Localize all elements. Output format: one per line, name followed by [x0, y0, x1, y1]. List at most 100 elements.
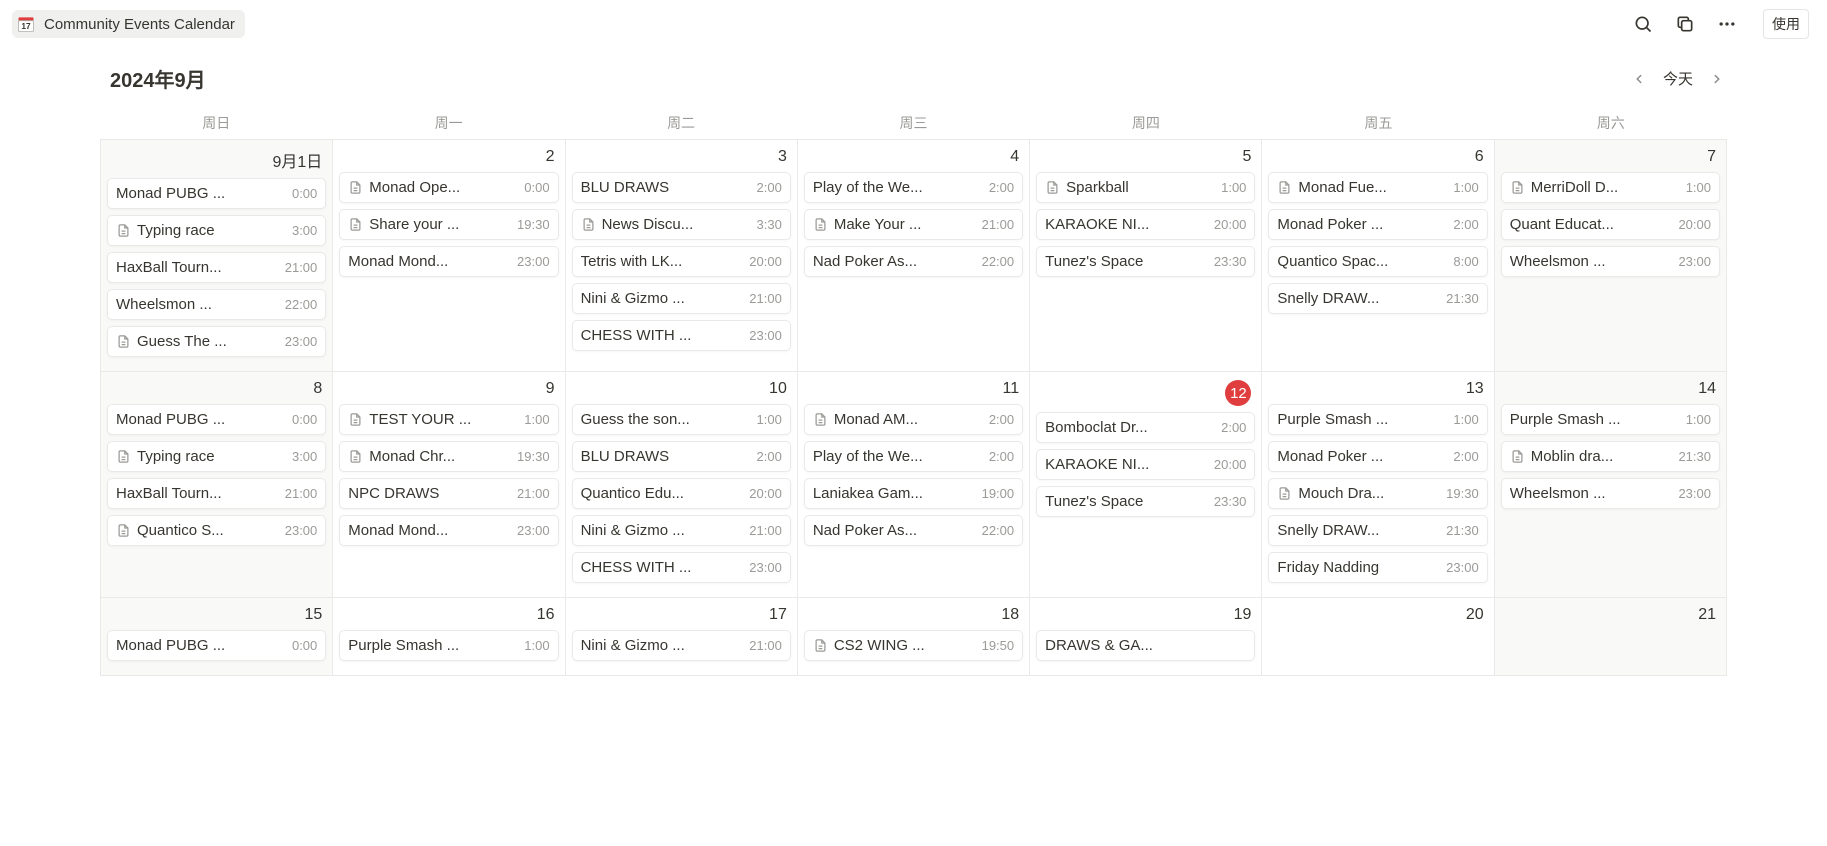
event-time: 0:00: [292, 186, 317, 201]
today-button[interactable]: 今天: [1663, 68, 1693, 89]
event-item[interactable]: Friday Nadding23:00: [1268, 552, 1487, 583]
day-cell[interactable]: 9TEST YOUR ...1:00Monad Chr...19:30NPC D…: [333, 372, 565, 598]
event-item[interactable]: Nini & Gizmo ...21:00: [572, 630, 791, 661]
event-item[interactable]: Moblin dra...21:30: [1501, 441, 1720, 472]
event-item[interactable]: Nini & Gizmo ...21:00: [572, 515, 791, 546]
day-cell[interactable]: 19DRAWS & GA...: [1030, 598, 1262, 676]
event-item[interactable]: BLU DRAWS2:00: [572, 441, 791, 472]
day-cell[interactable]: 3BLU DRAWS2:00News Discu...3:30Tetris wi…: [566, 140, 798, 372]
event-item[interactable]: Wheelsmon ...23:00: [1501, 478, 1720, 509]
day-cell[interactable]: 17Nini & Gizmo ...21:00: [566, 598, 798, 676]
event-item[interactable]: Typing race3:00: [107, 215, 326, 246]
event-title: Monad Chr...: [369, 448, 511, 465]
event-item[interactable]: Monad PUBG ...0:00: [107, 178, 326, 209]
day-cell[interactable]: 12Bomboclat Dr...2:00KARAOKE NI...20:00T…: [1030, 372, 1262, 598]
event-item[interactable]: Monad Fue...1:00: [1268, 172, 1487, 203]
event-item[interactable]: Guess The ...23:00: [107, 326, 326, 357]
event-item[interactable]: Monad PUBG ...0:00: [107, 404, 326, 435]
event-item[interactable]: Laniakea Gam...19:00: [804, 478, 1023, 509]
next-month-button[interactable]: [1707, 69, 1727, 89]
event-item[interactable]: Quantico S...23:00: [107, 515, 326, 546]
day-cell[interactable]: 10Guess the son...1:00BLU DRAWS2:00Quant…: [566, 372, 798, 598]
event-time: 3:00: [292, 449, 317, 464]
event-item[interactable]: CHESS WITH ...23:00: [572, 552, 791, 583]
event-item[interactable]: KARAOKE NI...20:00: [1036, 209, 1255, 240]
prev-month-button[interactable]: [1629, 69, 1649, 89]
event-item[interactable]: HaxBall Tourn...21:00: [107, 478, 326, 509]
event-item[interactable]: Tetris with LK...20:00: [572, 246, 791, 277]
event-item[interactable]: BLU DRAWS2:00: [572, 172, 791, 203]
event-item[interactable]: Quant Educat...20:00: [1501, 209, 1720, 240]
event-item[interactable]: Bomboclat Dr...2:00: [1036, 412, 1255, 443]
more-icon[interactable]: [1715, 12, 1739, 36]
event-item[interactable]: Typing race3:00: [107, 441, 326, 472]
event-item[interactable]: Monad Ope...0:00: [339, 172, 558, 203]
day-cell[interactable]: 2Monad Ope...0:00Share your ...19:30Mona…: [333, 140, 565, 372]
day-cell[interactable]: 18CS2 WING ...19:50: [798, 598, 1030, 676]
event-item[interactable]: Nad Poker As...22:00: [804, 246, 1023, 277]
day-cell[interactable]: 13Purple Smash ...1:00Monad Poker ...2:0…: [1262, 372, 1494, 598]
event-item[interactable]: Mouch Dra...19:30: [1268, 478, 1487, 509]
event-item[interactable]: Tunez's Space23:30: [1036, 246, 1255, 277]
event-item[interactable]: Monad AM...2:00: [804, 404, 1023, 435]
day-cell[interactable]: 6Monad Fue...1:00Monad Poker ...2:00Quan…: [1262, 140, 1494, 372]
event-time: 23:00: [285, 334, 318, 349]
event-item[interactable]: Play of the We...2:00: [804, 441, 1023, 472]
event-item[interactable]: Monad Chr...19:30: [339, 441, 558, 472]
event-item[interactable]: Sparkball1:00: [1036, 172, 1255, 203]
event-item[interactable]: Share your ...19:30: [339, 209, 558, 240]
day-number: 15: [107, 604, 326, 624]
copy-icon[interactable]: [1673, 12, 1697, 36]
event-item[interactable]: Purple Smash ...1:00: [339, 630, 558, 661]
day-cell[interactable]: 20: [1262, 598, 1494, 676]
event-item[interactable]: NPC DRAWS21:00: [339, 478, 558, 509]
event-time: 21:00: [285, 260, 318, 275]
event-item[interactable]: Monad Mond...23:00: [339, 246, 558, 277]
event-item[interactable]: MerriDoll D...1:00: [1501, 172, 1720, 203]
event-item[interactable]: News Discu...3:30: [572, 209, 791, 240]
event-item[interactable]: TEST YOUR ...1:00: [339, 404, 558, 435]
document-icon: [116, 523, 131, 538]
event-title: Quantico Spac...: [1277, 253, 1447, 270]
day-cell[interactable]: 7MerriDoll D...1:00Quant Educat...20:00W…: [1495, 140, 1727, 372]
day-cell[interactable]: 8Monad PUBG ...0:00Typing race3:00HaxBal…: [101, 372, 333, 598]
event-item[interactable]: Monad Poker ...2:00: [1268, 209, 1487, 240]
day-cell[interactable]: 11Monad AM...2:00Play of the We...2:00La…: [798, 372, 1030, 598]
event-title: Laniakea Gam...: [813, 485, 976, 502]
event-item[interactable]: Nad Poker As...22:00: [804, 515, 1023, 546]
event-item[interactable]: Nini & Gizmo ...21:00: [572, 283, 791, 314]
day-cell[interactable]: 5Sparkball1:00KARAOKE NI...20:00Tunez's …: [1030, 140, 1262, 372]
event-item[interactable]: Monad Poker ...2:00: [1268, 441, 1487, 472]
event-item[interactable]: CHESS WITH ...23:00: [572, 320, 791, 351]
day-cell[interactable]: 21: [1495, 598, 1727, 676]
event-item[interactable]: Play of the We...2:00: [804, 172, 1023, 203]
event-item[interactable]: Snelly DRAW...21:30: [1268, 515, 1487, 546]
event-item[interactable]: Wheelsmon ...22:00: [107, 289, 326, 320]
event-title: CHESS WITH ...: [581, 327, 744, 344]
event-item[interactable]: Make Your ...21:00: [804, 209, 1023, 240]
day-cell[interactable]: 4Play of the We...2:00Make Your ...21:00…: [798, 140, 1030, 372]
day-cell[interactable]: 9月1日Monad PUBG ...0:00Typing race3:00Hax…: [101, 140, 333, 372]
search-icon[interactable]: [1631, 12, 1655, 36]
event-item[interactable]: HaxBall Tourn...21:00: [107, 252, 326, 283]
event-item[interactable]: Monad PUBG ...0:00: [107, 630, 326, 661]
event-time: 1:00: [1453, 412, 1478, 427]
event-item[interactable]: DRAWS & GA...: [1036, 630, 1255, 661]
document-icon: [1277, 486, 1292, 501]
day-cell[interactable]: 15 Monad PUBG ...0:00: [101, 598, 333, 676]
event-item[interactable]: CS2 WING ...19:50: [804, 630, 1023, 661]
breadcrumb[interactable]: 17 Community Events Calendar: [12, 10, 245, 38]
event-item[interactable]: Snelly DRAW...21:30: [1268, 283, 1487, 314]
event-item[interactable]: Quantico Spac...8:00: [1268, 246, 1487, 277]
event-item[interactable]: Guess the son...1:00: [572, 404, 791, 435]
event-item[interactable]: KARAOKE NI...20:00: [1036, 449, 1255, 480]
event-item[interactable]: Purple Smash ...1:00: [1268, 404, 1487, 435]
event-item[interactable]: Monad Mond...23:00: [339, 515, 558, 546]
use-button[interactable]: 使用: [1763, 9, 1809, 39]
event-item[interactable]: Tunez's Space23:30: [1036, 486, 1255, 517]
event-item[interactable]: Purple Smash ...1:00: [1501, 404, 1720, 435]
event-item[interactable]: Wheelsmon ...23:00: [1501, 246, 1720, 277]
day-cell[interactable]: 16Purple Smash ...1:00: [333, 598, 565, 676]
day-cell[interactable]: 14Purple Smash ...1:00Moblin dra...21:30…: [1495, 372, 1727, 598]
event-item[interactable]: Quantico Edu...20:00: [572, 478, 791, 509]
